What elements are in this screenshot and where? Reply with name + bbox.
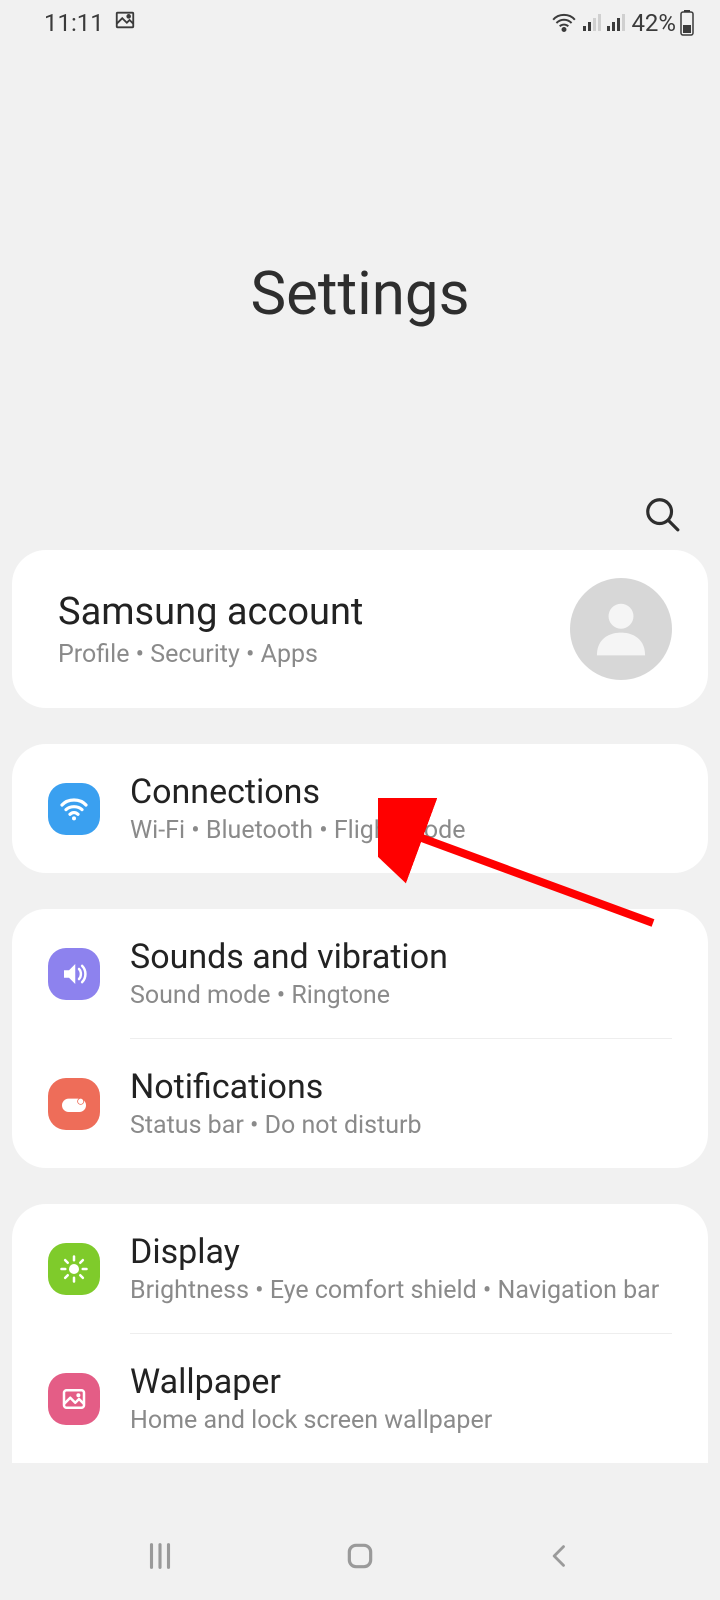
- settings-group-connections: Connections Wi-Fi • Bluetooth • Flight m…: [12, 744, 708, 873]
- battery-icon: [680, 10, 694, 36]
- avatar[interactable]: [570, 578, 672, 680]
- status-left: 11:11: [44, 9, 136, 37]
- person-icon: [587, 593, 655, 665]
- hero-header: Settings: [0, 46, 720, 550]
- account-title: Samsung account: [58, 590, 570, 634]
- home-icon: [344, 1540, 376, 1576]
- row-notifications[interactable]: Notifications Status bar • Do not distur…: [12, 1039, 708, 1168]
- back-icon: [546, 1542, 574, 1574]
- account-subtitle: Profile • Security • Apps: [58, 640, 570, 669]
- recents-icon: [143, 1539, 177, 1577]
- android-nav-bar: [0, 1516, 720, 1600]
- search-icon: [643, 495, 681, 537]
- notification-icon: [48, 1078, 100, 1130]
- back-button[interactable]: [520, 1528, 600, 1588]
- status-right: 42%: [551, 9, 694, 37]
- row-title: Connections: [130, 772, 672, 812]
- search-button[interactable]: [640, 494, 684, 538]
- row-wallpaper[interactable]: Wallpaper Home and lock screen wallpaper: [12, 1334, 708, 1463]
- row-title: Notifications: [130, 1067, 672, 1107]
- row-sounds[interactable]: Sounds and vibration Sound mode • Ringto…: [12, 909, 708, 1038]
- wifi-icon: [48, 783, 100, 835]
- recents-button[interactable]: [120, 1528, 200, 1588]
- status-time: 11:11: [44, 9, 104, 37]
- row-subtitle: Sound mode • Ringtone: [130, 981, 672, 1010]
- signal-2-icon: [605, 13, 625, 33]
- settings-group-sound-notifications: Sounds and vibration Sound mode • Ringto…: [12, 909, 708, 1168]
- sun-icon: [48, 1243, 100, 1295]
- row-title: Display: [130, 1232, 672, 1272]
- wifi-status-icon: [551, 12, 577, 34]
- settings-group-display-wallpaper: Display Brightness • Eye comfort shield …: [12, 1204, 708, 1463]
- image-icon: [48, 1373, 100, 1425]
- signal-1-icon: [581, 13, 601, 33]
- gallery-icon: [114, 9, 136, 37]
- page-title: Settings: [250, 258, 469, 329]
- row-display[interactable]: Display Brightness • Eye comfort shield …: [12, 1204, 708, 1333]
- row-subtitle: Brightness • Eye comfort shield • Naviga…: [130, 1276, 672, 1305]
- row-title: Sounds and vibration: [130, 937, 672, 977]
- battery-percent: 42%: [631, 9, 676, 37]
- volume-icon: [48, 948, 100, 1000]
- samsung-account-card[interactable]: Samsung account Profile • Security • App…: [12, 550, 708, 708]
- row-subtitle: Home and lock screen wallpaper: [130, 1406, 672, 1435]
- row-connections[interactable]: Connections Wi-Fi • Bluetooth • Flight m…: [12, 744, 708, 873]
- status-bar: 11:11: [0, 0, 720, 46]
- row-title: Wallpaper: [130, 1362, 672, 1402]
- row-subtitle: Status bar • Do not disturb: [130, 1111, 672, 1140]
- row-subtitle: Wi-Fi • Bluetooth • Flight mode: [130, 816, 672, 845]
- home-button[interactable]: [320, 1528, 400, 1588]
